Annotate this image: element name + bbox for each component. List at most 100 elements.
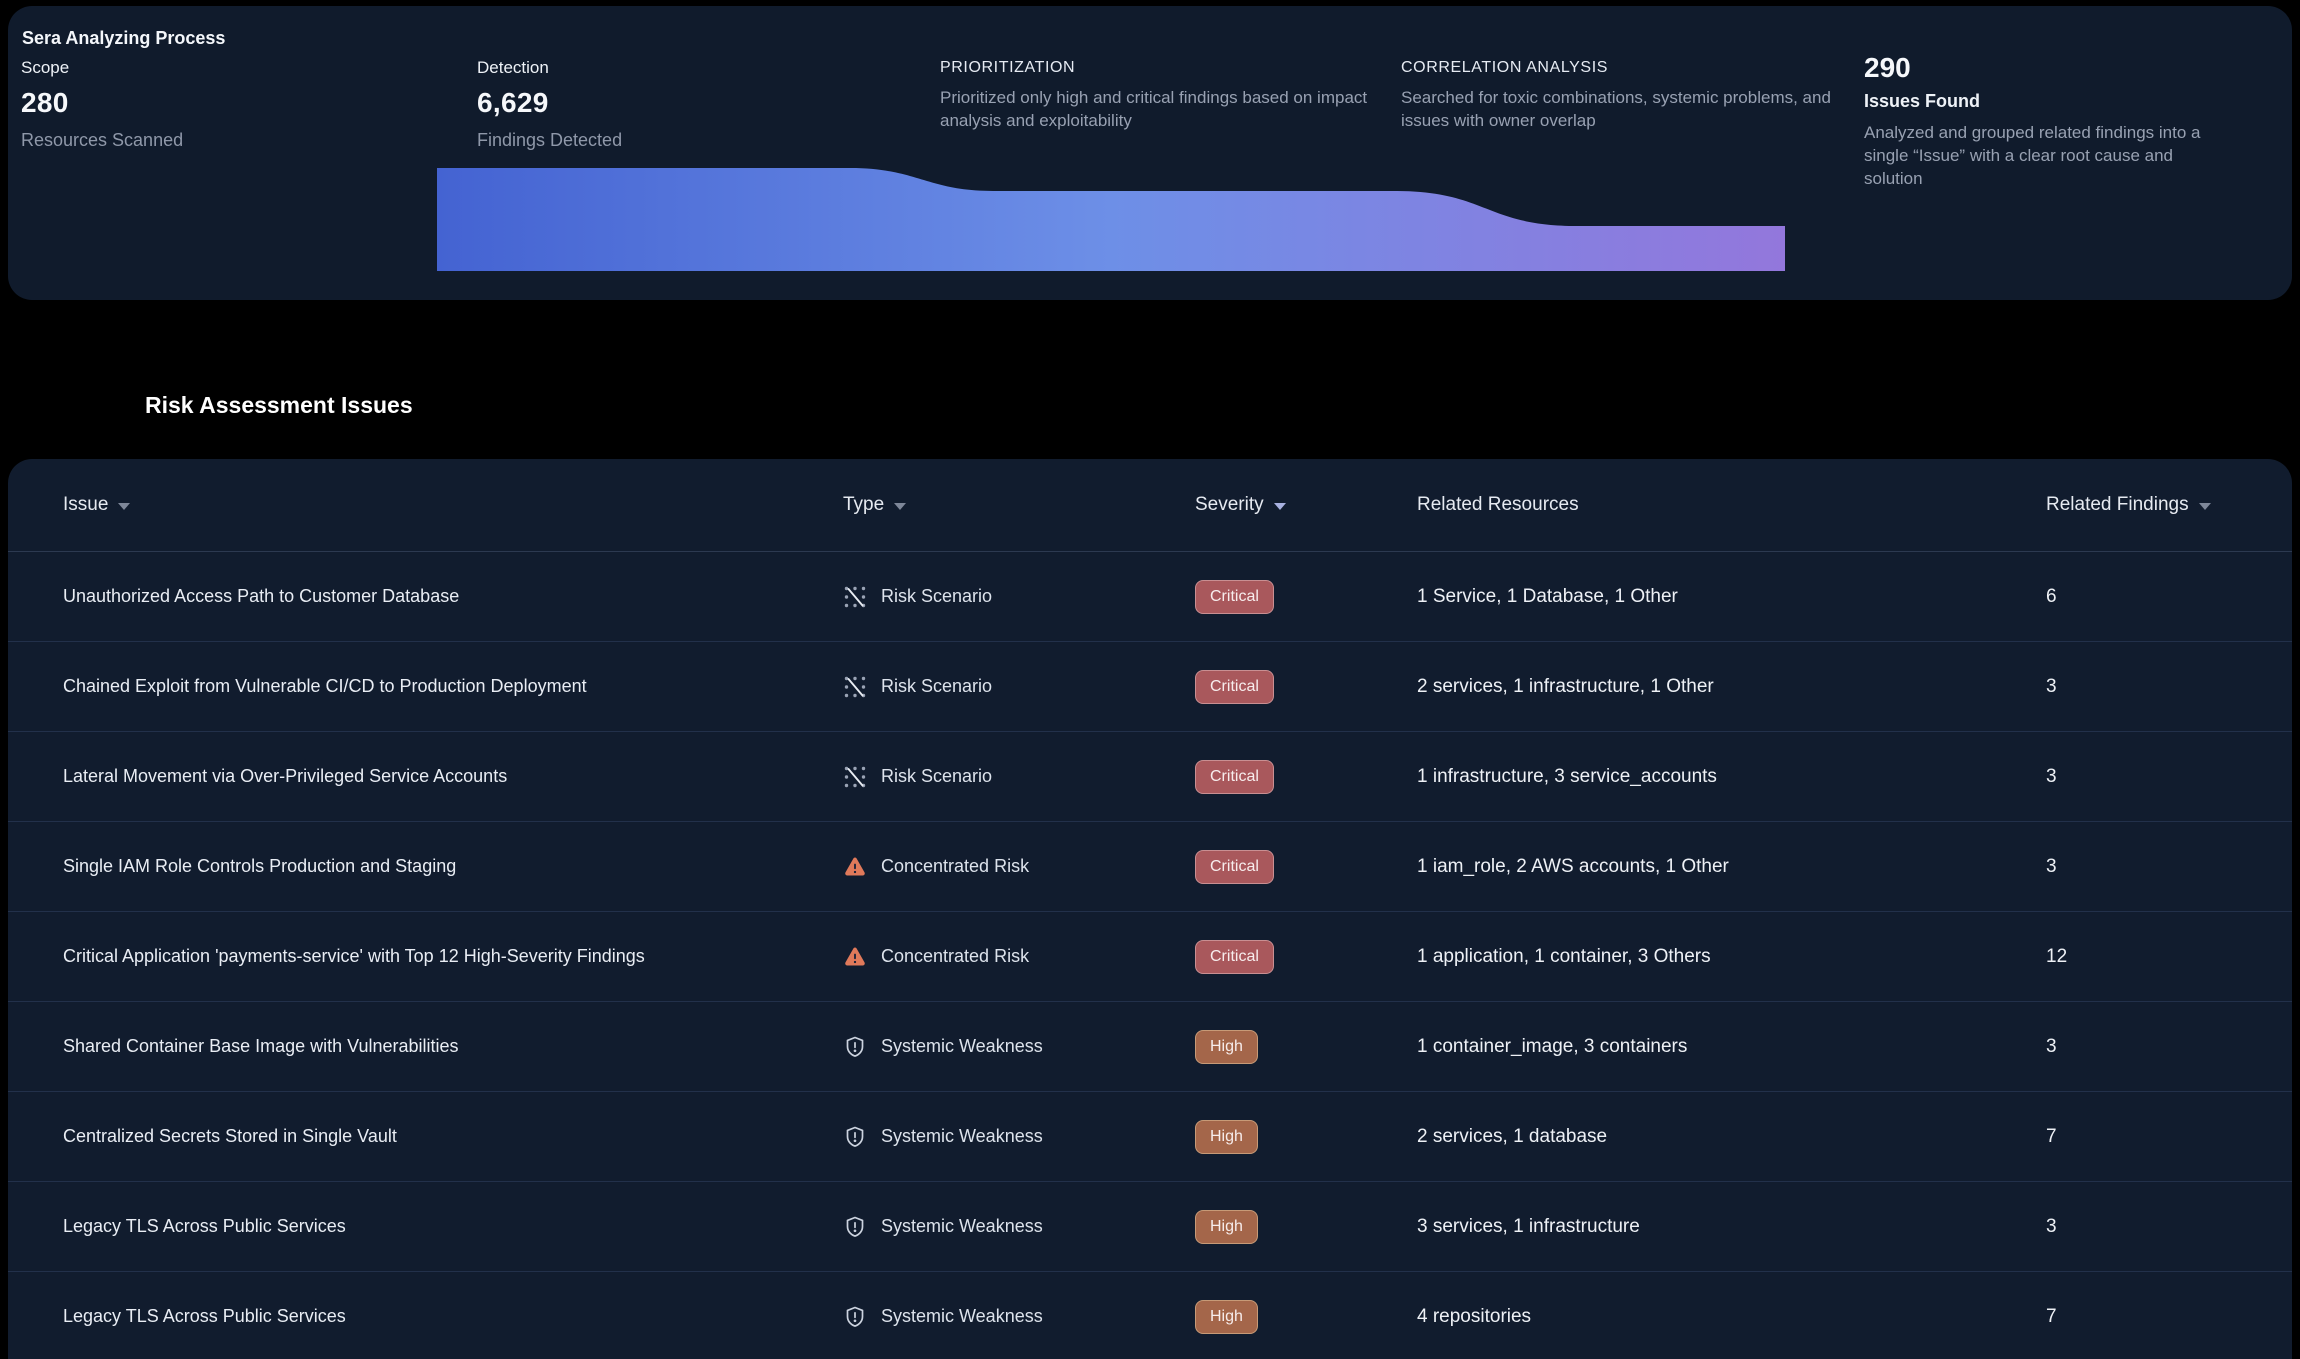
related-findings-cell: 3 — [2046, 676, 2292, 698]
related-resources-cell: 1 Service, 1 Database, 1 Other — [1417, 586, 2046, 608]
issue-cell: Single IAM Role Controls Production and … — [63, 856, 843, 877]
shield-alert-icon — [843, 1305, 867, 1329]
process-panel-title: Sera Analyzing Process — [22, 28, 225, 49]
table-row[interactable]: Legacy TLS Across Public Services System… — [8, 1272, 2292, 1359]
severity-cell: High — [1195, 1210, 1417, 1244]
column-header-related-findings[interactable]: Related Findings — [2046, 494, 2292, 516]
type-cell: Risk Scenario — [843, 585, 1195, 609]
table-row[interactable]: Critical Application 'payments-service' … — [8, 912, 2292, 1002]
severity-cell: High — [1195, 1300, 1417, 1334]
severity-badge: High — [1195, 1120, 1258, 1154]
type-cell: Systemic Weakness — [843, 1305, 1195, 1329]
correlation-analysis-stage: CORRELATION ANALYSIS Searched for toxic … — [1401, 59, 1831, 132]
table-header-row: Issue Type Severity Related Resources Re… — [8, 459, 2292, 552]
table-row[interactable]: Chained Exploit from Vulnerable CI/CD to… — [8, 642, 2292, 732]
issue-cell: Legacy TLS Across Public Services — [63, 1216, 843, 1237]
issue-cell: Chained Exploit from Vulnerable CI/CD to… — [63, 676, 843, 697]
type-cell: Concentrated Risk — [843, 855, 1195, 879]
related-resources-cell: 1 container_image, 3 containers — [1417, 1036, 2046, 1058]
related-findings-cell: 3 — [2046, 766, 2292, 788]
table-row[interactable]: Single IAM Role Controls Production and … — [8, 822, 2292, 912]
scope-stage: Scope 280 Resources Scanned — [21, 58, 183, 151]
issues-found-description: Analyzed and grouped related findings in… — [1864, 121, 2204, 190]
issue-cell: Critical Application 'payments-service' … — [63, 946, 843, 967]
related-resources-cell: 2 services, 1 infrastructure, 1 Other — [1417, 676, 2046, 698]
severity-badge: High — [1195, 1300, 1258, 1334]
type-cell: Concentrated Risk — [843, 945, 1195, 969]
sort-caret-icon — [894, 503, 906, 510]
table-row[interactable]: Shared Container Base Image with Vulnera… — [8, 1002, 2292, 1092]
table-row[interactable]: Lateral Movement via Over-Privileged Ser… — [8, 732, 2292, 822]
analyzing-process-panel: Sera Analyzing Process Scope 280 Resourc… — [8, 6, 2292, 300]
issues-found-label: Issues Found — [1864, 91, 2204, 112]
column-header-severity-label: Severity — [1195, 494, 1264, 516]
related-resources-cell: 3 services, 1 infrastructure — [1417, 1216, 2046, 1238]
column-header-related-resources: Related Resources — [1417, 494, 2046, 516]
funnel-chart — [437, 167, 1785, 271]
severity-badge: Critical — [1195, 670, 1274, 704]
scope-label: Scope — [21, 58, 183, 78]
severity-badge: Critical — [1195, 850, 1274, 884]
severity-cell: Critical — [1195, 940, 1417, 974]
related-findings-cell: 3 — [2046, 1036, 2292, 1058]
column-header-type-label: Type — [843, 494, 884, 516]
prioritization-label: PRIORITIZATION — [940, 59, 1395, 77]
issues-found-stage: 290 Issues Found Analyzed and grouped re… — [1864, 52, 2204, 190]
scope-value: 280 — [21, 87, 183, 119]
related-findings-cell: 12 — [2046, 946, 2292, 968]
type-cell: Systemic Weakness — [843, 1035, 1195, 1059]
route-icon — [843, 675, 867, 699]
related-resources-cell: 1 iam_role, 2 AWS accounts, 1 Other — [1417, 856, 2046, 878]
related-findings-cell: 7 — [2046, 1126, 2292, 1148]
related-findings-cell: 6 — [2046, 586, 2292, 608]
related-findings-cell: 3 — [2046, 1216, 2292, 1238]
related-resources-cell: 4 repositories — [1417, 1306, 2046, 1328]
issue-cell: Centralized Secrets Stored in Single Vau… — [63, 1126, 843, 1147]
related-resources-cell: 2 services, 1 database — [1417, 1126, 2046, 1148]
detection-value: 6,629 — [477, 87, 622, 119]
severity-badge: Critical — [1195, 760, 1274, 794]
type-cell: Risk Scenario — [843, 675, 1195, 699]
route-icon — [843, 765, 867, 789]
severity-cell: Critical — [1195, 760, 1417, 794]
table-row[interactable]: Unauthorized Access Path to Customer Dat… — [8, 552, 2292, 642]
issue-cell: Unauthorized Access Path to Customer Dat… — [63, 586, 843, 607]
prioritization-description: Prioritized only high and critical findi… — [940, 86, 1395, 132]
column-header-issue[interactable]: Issue — [63, 494, 843, 516]
severity-cell: Critical — [1195, 580, 1417, 614]
sort-caret-icon — [1274, 503, 1286, 510]
issue-cell: Legacy TLS Across Public Services — [63, 1306, 843, 1327]
table-body: Unauthorized Access Path to Customer Dat… — [8, 552, 2292, 1359]
shield-alert-icon — [843, 1035, 867, 1059]
route-icon — [843, 585, 867, 609]
table-row[interactable]: Legacy TLS Across Public Services System… — [8, 1182, 2292, 1272]
related-resources-cell: 1 infrastructure, 3 service_accounts — [1417, 766, 2046, 788]
type-cell: Risk Scenario — [843, 765, 1195, 789]
related-findings-cell: 3 — [2046, 856, 2292, 878]
table-row[interactable]: Centralized Secrets Stored in Single Vau… — [8, 1092, 2292, 1182]
type-cell: Systemic Weakness — [843, 1125, 1195, 1149]
shield-alert-icon — [843, 1125, 867, 1149]
severity-cell: Critical — [1195, 850, 1417, 884]
severity-badge: High — [1195, 1030, 1258, 1064]
issue-cell: Lateral Movement via Over-Privileged Ser… — [63, 766, 843, 787]
related-resources-cell: 1 application, 1 container, 3 Others — [1417, 946, 2046, 968]
prioritization-stage: PRIORITIZATION Prioritized only high and… — [940, 59, 1395, 132]
type-cell: Systemic Weakness — [843, 1215, 1195, 1239]
detection-label: Detection — [477, 58, 622, 78]
shield-alert-icon — [843, 1215, 867, 1239]
sort-caret-icon — [2199, 503, 2211, 510]
column-header-severity[interactable]: Severity — [1195, 494, 1417, 516]
column-header-related-resources-label: Related Resources — [1417, 494, 1579, 516]
severity-cell: Critical — [1195, 670, 1417, 704]
correlation-analysis-label: CORRELATION ANALYSIS — [1401, 59, 1831, 77]
severity-badge: Critical — [1195, 580, 1274, 614]
related-findings-cell: 7 — [2046, 1306, 2292, 1328]
severity-cell: High — [1195, 1120, 1417, 1154]
detection-stage: Detection 6,629 Findings Detected — [477, 58, 622, 151]
severity-cell: High — [1195, 1030, 1417, 1064]
detection-sublabel: Findings Detected — [477, 130, 622, 151]
column-header-type[interactable]: Type — [843, 494, 1195, 516]
issues-found-value: 290 — [1864, 52, 2204, 84]
correlation-analysis-description: Searched for toxic combinations, systemi… — [1401, 86, 1831, 132]
